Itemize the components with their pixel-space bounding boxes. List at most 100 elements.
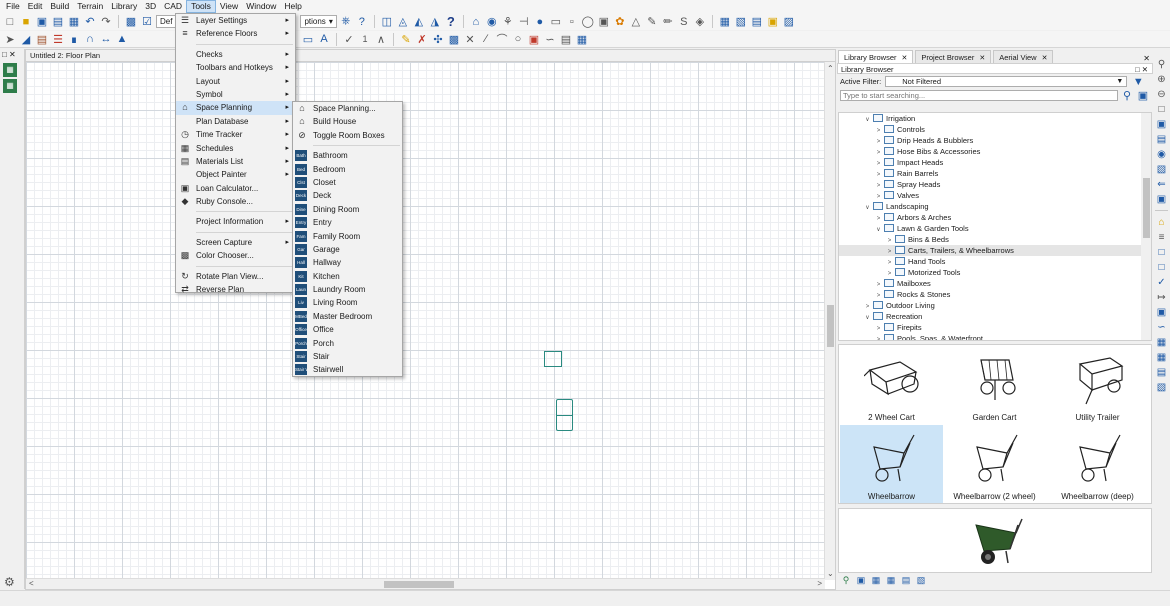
polyline-icon[interactable]: ✣ (431, 32, 445, 46)
fill-window-all-icon[interactable]: ▤ (1155, 133, 1168, 145)
close-icon[interactable]: ✕ (979, 55, 985, 62)
print-icon[interactable]: ▤ (51, 15, 65, 29)
home-icon[interactable]: ⌂ (469, 15, 483, 29)
advanced-search-icon[interactable]: ▣ (1136, 89, 1150, 103)
submenu-item-laundry-room[interactable]: Laun Laundry Room (293, 283, 402, 296)
grid-icon[interactable]: ▦ (1155, 336, 1168, 348)
cad-line-icon[interactable]: ✗ (415, 32, 429, 46)
tree-scroll-thumb[interactable] (1143, 178, 1150, 238)
plan-object-square[interactable] (544, 351, 562, 367)
submenu-item-stairwell[interactable]: Stair Well Stairwell (293, 363, 402, 376)
screen-icon[interactable]: ▣ (1155, 193, 1168, 205)
window-tabbed-icon[interactable]: ▤ (750, 15, 764, 29)
vertical-scrollbar[interactable]: ⌃ ⌄ (824, 62, 835, 580)
tree-node-irrigation[interactable]: ∨ Irrigation (839, 113, 1151, 124)
library-item-utility-trailer[interactable]: Utility Trailer (1046, 346, 1149, 424)
undo-icon[interactable]: ↶ (83, 15, 97, 29)
submenu-item-hallway[interactable]: Hall Hallway (293, 256, 402, 269)
tree-node-drip-heads-bubblers[interactable]: > Drip Heads & Bubblers (839, 135, 1151, 146)
window-tile-icon[interactable]: ▦ (718, 15, 732, 29)
cross-section-icon[interactable]: ⊣ (517, 15, 531, 29)
scroll-right-icon[interactable]: > (817, 579, 822, 588)
zoom-plus-icon[interactable]: ⊕ (1155, 73, 1168, 85)
tree-node-outdoor-living[interactable]: > Outdoor Living (839, 300, 1151, 311)
menu-item-time-tracker[interactable]: ◷ Time Tracker ▸ (176, 128, 295, 141)
layer-lock-icon[interactable]: ▧ (1155, 381, 1168, 393)
page-icon[interactable]: □ (1155, 261, 1168, 273)
camera-icon[interactable]: ◉ (485, 15, 499, 29)
stairs-icon[interactable]: ☰ (51, 32, 65, 46)
elevation-icon[interactable]: ◬ (396, 15, 410, 29)
menu-item-color-chooser[interactable]: ▩ Color Chooser... (176, 249, 295, 262)
menu-window[interactable]: Window (242, 0, 280, 13)
tree-node-pools-spas-waterfront[interactable]: > Pools, Spas, & Waterfront (839, 333, 1151, 340)
library-item-wheelbarrow-2-wheel[interactable]: Wheelbarrow (2 wheel) (943, 425, 1046, 503)
dimension-check-icon[interactable]: ✓ (1155, 276, 1168, 288)
plan-object-rect[interactable] (556, 399, 573, 431)
zoom-in-icon[interactable]: ⚲ (1155, 58, 1168, 70)
tab-project-browser[interactable]: Project Browser ✕ (915, 50, 992, 63)
submenu-item-bedroom[interactable]: Bed Bedroom (293, 163, 402, 176)
menu-build[interactable]: Build (46, 0, 73, 13)
submenu-item-garage[interactable]: Gar Garage (293, 243, 402, 256)
material-eyedropper-icon[interactable]: ✏ (661, 15, 675, 29)
tree-node-carts-trailers-wheelbarrows[interactable]: > Carts, Trailers, & Wheelbarrows (839, 245, 1151, 256)
scroll-up-icon[interactable]: ⌃ (827, 64, 834, 73)
menu-item-ruby-console[interactable]: ◆ Ruby Console... (176, 195, 295, 208)
tree-node-lawn-garden-tools[interactable]: ∨ Lawn & Garden Tools (839, 223, 1151, 234)
checkbox-icon[interactable]: ☑ (140, 15, 154, 29)
submenu-item-toggle-room-boxes[interactable]: ⊘ Toggle Room Boxes (293, 129, 402, 142)
drawing-canvas[interactable] (26, 62, 825, 580)
window-full-icon[interactable]: ▣ (766, 15, 780, 29)
edit-tool-icon[interactable]: ✎ (399, 32, 413, 46)
layout-view-icon[interactable]: ◭ (412, 15, 426, 29)
line-icon[interactable]: ∕ (479, 32, 493, 46)
tree-node-bins-beds[interactable]: > Bins & Beds (839, 234, 1151, 245)
swap-icon[interactable]: ▧ (1155, 163, 1168, 175)
aerial-icon[interactable]: ◉ (1155, 148, 1168, 160)
menu-view[interactable]: View (216, 0, 242, 13)
menu-item-reference-floors[interactable]: ≡ Reference Floors ▸ (176, 27, 295, 40)
door-icon[interactable]: ∎ (67, 32, 81, 46)
submenu-item-kitchen[interactable]: Kit Kitchen (293, 270, 402, 283)
menu-item-schedules[interactable]: ▦ Schedules ▸ (176, 142, 295, 155)
library-item-wheelbarrow[interactable]: Wheelbarrow (840, 425, 943, 503)
walkthrough-icon[interactable]: ⚘ (501, 15, 515, 29)
pan-icon[interactable]: ⇐ (1155, 178, 1168, 190)
filter-icon[interactable]: ▼ (1131, 75, 1145, 89)
toggle-ceiling-icon[interactable]: ▣ (597, 15, 611, 29)
roof-icon[interactable]: ▲ (115, 32, 129, 46)
menu-item-toolbars-and-hotkeys[interactable]: Toolbars and Hotkeys ▸ (176, 61, 295, 74)
curve-icon[interactable]: ∽ (1155, 321, 1168, 333)
scroll-down-icon[interactable]: ⌄ (827, 569, 834, 578)
rectangle-icon[interactable]: ▣ (527, 32, 541, 46)
number-field[interactable]: 1 (358, 32, 372, 46)
menu-item-screen-capture[interactable]: Screen Capture ▸ (176, 236, 295, 249)
window-icon[interactable]: ∩ (83, 32, 97, 46)
submenu-item-bathroom[interactable]: Bath Bathroom (293, 149, 402, 162)
menu-item-object-painter[interactable]: Object Painter ▸ (176, 168, 295, 181)
close-icon[interactable]: ✕ (902, 55, 908, 62)
circle-icon[interactable]: ○ (511, 32, 525, 46)
tree-scrollbar[interactable] (1141, 113, 1151, 340)
submenu-item-living-room[interactable]: Liv Living Room (293, 296, 402, 309)
chevron-right-icon[interactable]: > (874, 335, 883, 340)
tree-node-controls[interactable]: > Controls (839, 124, 1151, 135)
menu-library[interactable]: Library (107, 0, 141, 13)
menu-item-space-planning[interactable]: ⌂ Space Planning ▸ (176, 101, 295, 115)
menu-item-project-information[interactable]: Project Information ▸ (176, 215, 295, 228)
submenu-item-deck[interactable]: Deck Deck (293, 189, 402, 202)
page-setup-icon[interactable]: ▤ (1155, 366, 1168, 378)
submenu-item-family-room[interactable]: Fam Family Room (293, 230, 402, 243)
cabinet-icon[interactable]: ▤ (35, 32, 49, 46)
library-tool-icon[interactable]: ▣ (855, 575, 867, 587)
layer-icon[interactable]: ≡ (1155, 231, 1168, 243)
symbol-icon[interactable]: S (677, 15, 691, 29)
cad-block-icon[interactable]: ▤ (559, 32, 573, 46)
tree-node-landscaping[interactable]: ∨ Landscaping (839, 201, 1151, 212)
tree-node-hose-bibs-accessories[interactable]: > Hose Bibs & Accessories (839, 146, 1151, 157)
select-objects-icon[interactable]: ▩ (124, 15, 138, 29)
window-cascade-icon[interactable]: ▧ (734, 15, 748, 29)
close-cross-icon[interactable]: ✕ (463, 32, 477, 46)
document-tab[interactable]: Untitled 2: Floor Plan (26, 50, 835, 62)
